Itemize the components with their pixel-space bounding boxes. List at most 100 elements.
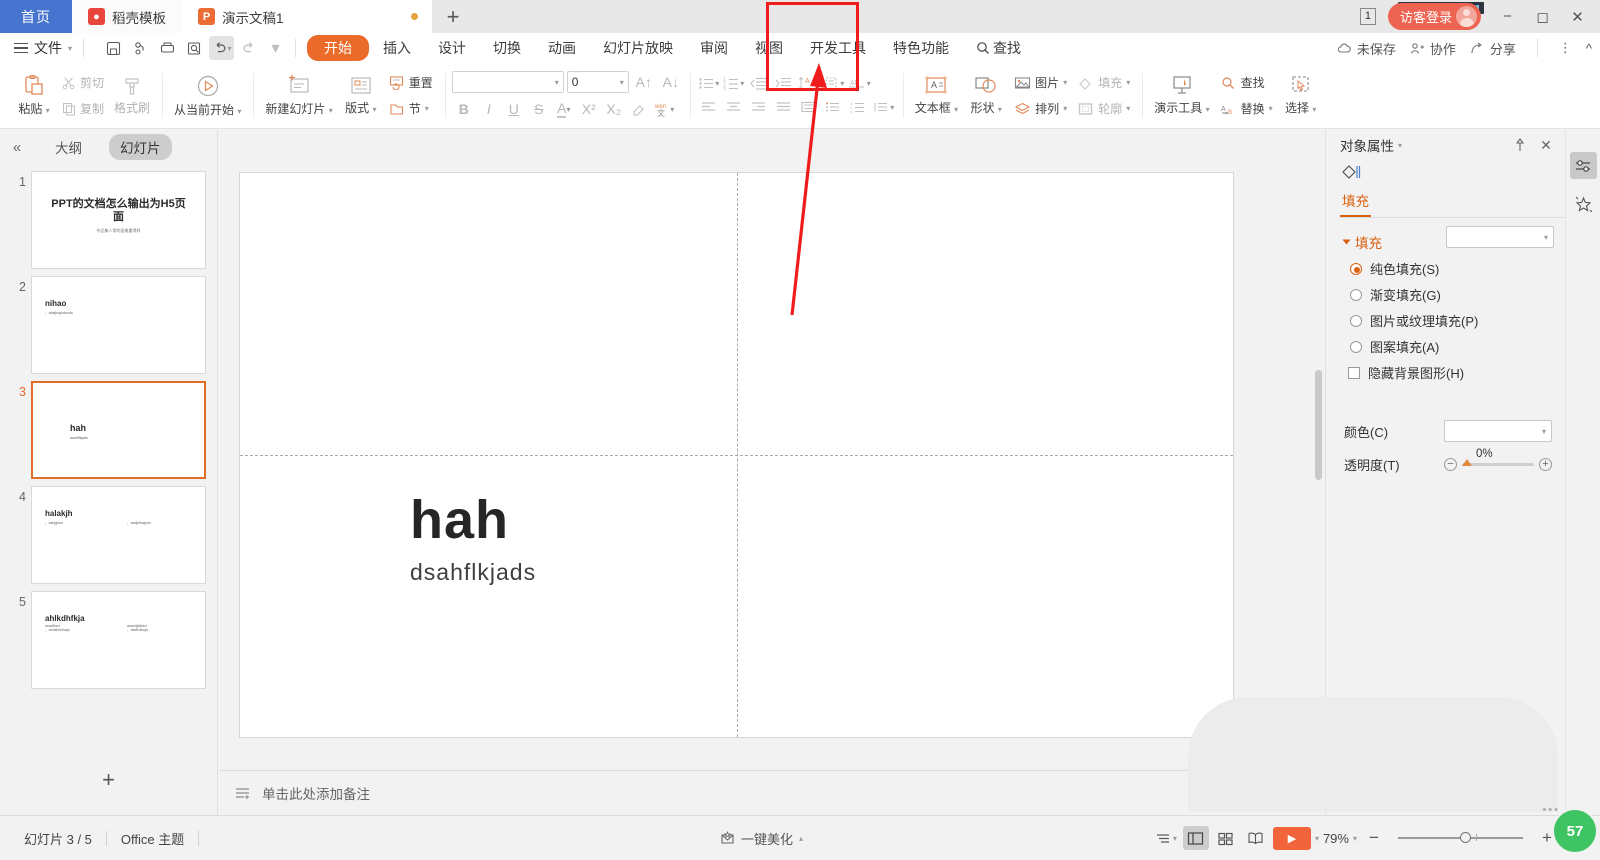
reading-view-icon[interactable] bbox=[1243, 826, 1269, 850]
tab-presentation1[interactable]: P 演示文稿1 bbox=[182, 0, 432, 33]
chevron-down-icon[interactable]: ▾ bbox=[1398, 141, 1402, 150]
eraser-icon[interactable] bbox=[627, 98, 651, 120]
fill-option-pattern[interactable]: 图案填充(A) bbox=[1326, 330, 1565, 356]
properties-sliders-icon[interactable] bbox=[1570, 152, 1597, 179]
transparency-slider[interactable]: − 0% + bbox=[1444, 458, 1552, 471]
file-menu-button[interactable]: 文件 ▾ bbox=[10, 38, 76, 58]
save-icon[interactable] bbox=[101, 36, 126, 60]
font-size-input[interactable]: 0 ▾ bbox=[567, 71, 629, 93]
thumbnail-item-3[interactable]: 3 hah dsahflkjads bbox=[0, 374, 217, 479]
print-icon[interactable] bbox=[155, 36, 180, 60]
more-vertical-icon[interactable]: ⋮ bbox=[1559, 40, 1572, 56]
cut-button[interactable]: 剪切 bbox=[57, 71, 109, 95]
panel-title[interactable]: 对象属性 ▾ bbox=[1340, 135, 1513, 155]
collapse-panel-button[interactable]: « bbox=[6, 139, 28, 156]
line-spacing-icon[interactable]: A ▾ bbox=[797, 73, 821, 95]
tab-featured-functions[interactable]: 特色功能 bbox=[880, 35, 962, 61]
hide-background-option[interactable]: 隐藏背景图形(H) bbox=[1326, 356, 1565, 382]
outline-button[interactable]: 轮廓 ▾ bbox=[1072, 97, 1135, 121]
outline-view-icon[interactable]: ▾ bbox=[1153, 826, 1179, 850]
zoom-slider-knob[interactable] bbox=[1460, 832, 1471, 843]
beautify-button[interactable]: 一键美化 ▴ bbox=[720, 829, 803, 848]
fill-option-solid[interactable]: 纯色填充(S) bbox=[1326, 252, 1565, 278]
decrease-indent-icon[interactable] bbox=[747, 73, 771, 95]
font-shrink-icon[interactable]: A↓ bbox=[659, 71, 683, 93]
collaborate-button[interactable]: 协作 bbox=[1410, 39, 1456, 58]
font-color-button[interactable]: A▾ bbox=[552, 98, 576, 120]
zoom-out-button[interactable]: − bbox=[1361, 826, 1387, 850]
minus-icon[interactable]: − bbox=[1444, 458, 1457, 471]
fill-option-picture[interactable]: 图片或纹理填充(P) bbox=[1326, 304, 1565, 330]
close-icon[interactable]: ✕ bbox=[1561, 0, 1594, 33]
assistant-balloon[interactable] bbox=[1188, 697, 1558, 812]
tab-view[interactable]: 视图 bbox=[742, 35, 796, 61]
theme-name[interactable]: Office 主题 bbox=[107, 829, 198, 848]
radio-gradient-fill[interactable] bbox=[1350, 289, 1362, 301]
picture-button[interactable]: 图片 ▾ bbox=[1009, 71, 1072, 95]
slider-thumb[interactable] bbox=[1462, 459, 1472, 466]
tab-slides[interactable]: 幻灯片 bbox=[109, 134, 172, 160]
numbering-icon[interactable]: 123 ▾ bbox=[722, 73, 746, 95]
radio-picture-fill[interactable] bbox=[1350, 315, 1362, 327]
font-grow-icon[interactable]: A↑ bbox=[632, 71, 656, 93]
plus-icon[interactable]: + bbox=[1539, 458, 1552, 471]
minimize-icon[interactable]: − bbox=[1491, 0, 1524, 33]
guest-login-button[interactable]: 访客登录 bbox=[1388, 3, 1481, 30]
maximize-icon[interactable]: ◻ bbox=[1526, 0, 1559, 33]
thumbnail-preview[interactable]: halakjh 、ashjgksd 、asdjhfkajsdn bbox=[31, 486, 206, 584]
radio-solid-fill[interactable] bbox=[1350, 263, 1362, 275]
bullets-icon[interactable]: ▾ bbox=[697, 73, 721, 95]
fill-button[interactable]: 填充 ▾ bbox=[1072, 71, 1135, 95]
print-preview-icon[interactable] bbox=[182, 36, 207, 60]
underline-button[interactable]: U bbox=[502, 98, 526, 120]
play-button[interactable]: ▶ bbox=[1273, 827, 1311, 850]
play-dropdown-icon[interactable]: ▾ bbox=[1315, 834, 1319, 843]
checkbox-hide-background[interactable] bbox=[1348, 367, 1360, 379]
format-painter-button[interactable]: 格式刷 bbox=[109, 73, 155, 118]
tab-home[interactable]: 首页 bbox=[0, 0, 72, 33]
copy-button[interactable]: 复制 bbox=[57, 97, 109, 121]
select-button[interactable]: 选择 ▾ bbox=[1278, 73, 1324, 118]
textbox-button[interactable]: A 文本框 ▾ bbox=[910, 73, 963, 118]
slide-title-text[interactable]: hah bbox=[410, 489, 509, 551]
fill-type-combo[interactable]: ▾ bbox=[1446, 226, 1554, 248]
unsaved-status-button[interactable]: 未保存 bbox=[1337, 39, 1396, 58]
slide-subtitle-text[interactable]: dsahflkjads bbox=[410, 559, 536, 586]
start-from-current-button[interactable]: 从当前开始 ▾ bbox=[169, 71, 246, 120]
reset-button[interactable]: 重置 bbox=[384, 71, 438, 95]
justify-icon[interactable] bbox=[772, 97, 796, 119]
tab-fill[interactable]: 填充 bbox=[1340, 186, 1371, 217]
new-tab-button[interactable]: + bbox=[432, 0, 474, 33]
pinyin-icon[interactable]: wén文 ▾ bbox=[652, 98, 676, 120]
tab-developer-tools[interactable]: 开发工具 bbox=[797, 35, 879, 61]
zoom-dropdown-icon[interactable]: ▾ bbox=[1353, 834, 1357, 843]
radio-pattern-fill[interactable] bbox=[1350, 341, 1362, 353]
strikethrough-button[interactable]: S bbox=[527, 98, 551, 120]
thumbnail-item-5[interactable]: 5 ahlkdhfkja nsadfhsd 、ahdsfmhfsajn asas… bbox=[0, 584, 217, 689]
align-right-icon[interactable] bbox=[747, 97, 771, 119]
text-alignment-icon[interactable]: AB ▾ bbox=[847, 73, 871, 95]
slide-sorter-icon[interactable] bbox=[1213, 826, 1239, 850]
thumbnail-preview[interactable]: PPT的文档怎么输出为H5页面 作品集人常的面美重得样 bbox=[31, 171, 206, 269]
align-center-icon[interactable] bbox=[722, 97, 746, 119]
undo-icon[interactable]: ▾ bbox=[209, 36, 234, 60]
status-badge[interactable]: 57 bbox=[1552, 808, 1598, 854]
thumbnail-item-1[interactable]: 1 PPT的文档怎么输出为H5页面 作品集人常的面美重得样 bbox=[0, 164, 217, 269]
arrange-button[interactable]: 排列 ▾ bbox=[1009, 97, 1072, 121]
close-icon[interactable]: ✕ bbox=[1535, 137, 1557, 154]
chevron-down-icon[interactable]: ▾ bbox=[620, 78, 624, 87]
tab-review[interactable]: 审阅 bbox=[687, 35, 741, 61]
share-button[interactable]: 分享 bbox=[1470, 39, 1516, 58]
tab-insert[interactable]: 插入 bbox=[370, 35, 424, 61]
tab-transition[interactable]: 切换 bbox=[480, 35, 534, 61]
tab-template[interactable]: ● 稻壳模板 bbox=[72, 0, 182, 33]
zoom-value[interactable]: 79% bbox=[1323, 831, 1349, 846]
section-button[interactable]: 节 ▾ bbox=[384, 97, 438, 121]
normal-view-icon[interactable] bbox=[1183, 826, 1209, 850]
thumbnail-preview[interactable]: ahlkdhfkja nsadfhsd 、ahdsfmhfsajn asashj… bbox=[31, 591, 206, 689]
redo-icon[interactable] bbox=[236, 36, 261, 60]
zoom-slider[interactable] bbox=[1398, 837, 1523, 839]
fill-option-gradient[interactable]: 渐变填充(G) bbox=[1326, 278, 1565, 304]
paste-button[interactable]: 粘贴 ▾ bbox=[11, 72, 57, 119]
tab-animation[interactable]: 动画 bbox=[535, 35, 589, 61]
